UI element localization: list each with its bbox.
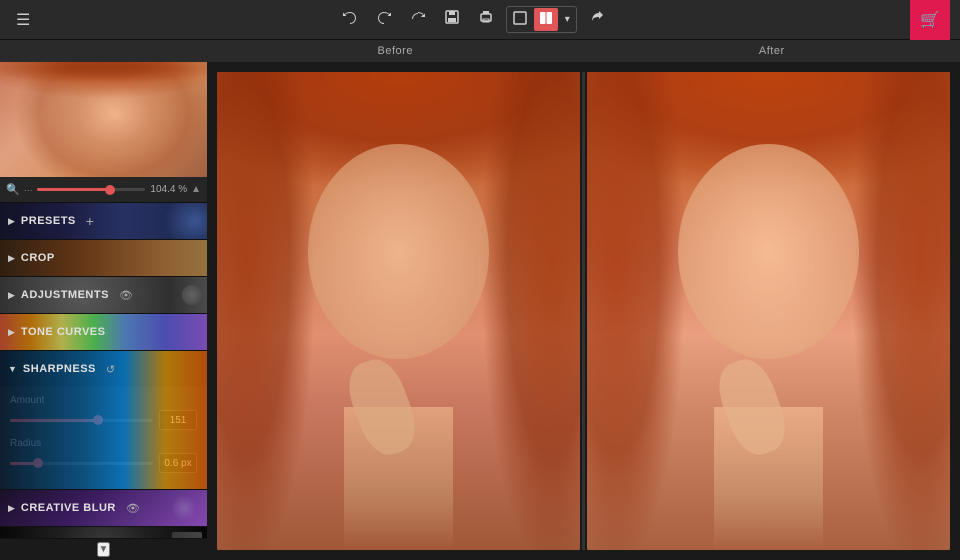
- adjustments-eye-icon: 👁: [119, 289, 133, 302]
- crop-chevron: ▶: [8, 253, 15, 264]
- view-toggle-group: ▾: [506, 6, 577, 33]
- panel-collapse-button[interactable]: ▼: [97, 542, 111, 557]
- presets-chevron: ▶: [8, 216, 15, 227]
- panel-divider[interactable]: [582, 72, 585, 550]
- after-portrait: [587, 72, 950, 550]
- creative-blur-label: CREATIVE BLUR: [21, 502, 116, 514]
- left-panel: 🔍 ··· 104.4 % ▲ ▶ PRESETS +: [0, 62, 207, 560]
- tone-curves-chevron: ▶: [8, 327, 15, 338]
- section-sharpness: ▼ SHARPNESS ↺ Amount 151: [0, 351, 207, 490]
- before-label: Before: [207, 40, 584, 62]
- bottom-bar: ▼: [0, 538, 207, 560]
- undo-button[interactable]: [336, 5, 364, 34]
- toolbar-left: ☰: [10, 6, 36, 34]
- sharpness-reset-icon[interactable]: ↺: [106, 363, 115, 376]
- zoom-slider-thumb: [105, 185, 115, 195]
- menu-button[interactable]: ☰: [10, 6, 36, 34]
- toolbar-center: ▾: [36, 5, 910, 34]
- sharpness-label: SHARPNESS: [23, 363, 96, 375]
- top-toolbar: ☰ ▾ 🛒: [0, 0, 960, 40]
- save-button[interactable]: [438, 5, 466, 34]
- section-crop: ▶ CROP: [0, 240, 207, 277]
- presets-add-icon: +: [86, 213, 94, 229]
- before-portrait: [217, 72, 580, 550]
- tone-curves-header[interactable]: ▶ TONE CURVES: [0, 314, 207, 350]
- main-content: 🔍 ··· 104.4 % ▲ ▶ PRESETS +: [0, 62, 960, 560]
- forward-button[interactable]: [404, 5, 432, 34]
- crop-label: CROP: [21, 252, 55, 264]
- toolbar-right: 🛒: [910, 0, 950, 40]
- before-after-bar: Before After: [0, 40, 960, 62]
- panel-sections: ▶ PRESETS + ▶ CROP: [0, 203, 207, 538]
- preview-area: [0, 62, 207, 177]
- creative-blur-eye-icon: 👁: [126, 502, 140, 515]
- after-image-panel: [587, 72, 950, 550]
- after-label: After: [584, 40, 960, 62]
- sharpness-chevron: ▼: [8, 364, 17, 374]
- creative-blur-header[interactable]: ▶ CREATIVE BLUR 👁: [0, 490, 207, 526]
- before-image-panel: [217, 72, 580, 550]
- zoom-slider-fill: [37, 188, 107, 191]
- section-presets: ▶ PRESETS +: [0, 203, 207, 240]
- creative-blur-chevron: ▶: [8, 503, 15, 514]
- section-vignetting: ▶ VIGNETTING 👁: [0, 527, 207, 538]
- zoom-value: 104.4 %: [149, 184, 187, 195]
- tone-curves-label: TONE CURVES: [21, 326, 106, 338]
- sharpness-header[interactable]: ▼ SHARPNESS ↺: [0, 351, 207, 387]
- cart-button[interactable]: 🛒: [910, 0, 950, 40]
- view-single-button[interactable]: [508, 8, 532, 31]
- section-adjustments: ▶ ADJUSTMENTS 👁: [0, 277, 207, 314]
- vignetting-header[interactable]: ▶ VIGNETTING 👁: [0, 527, 207, 538]
- presets-header[interactable]: ▶ PRESETS +: [0, 203, 207, 239]
- redo-button[interactable]: [370, 5, 398, 34]
- crop-header[interactable]: ▶ CROP: [0, 240, 207, 276]
- zoom-dots-icon: ···: [24, 185, 33, 195]
- section-creative-blur: ▶ CREATIVE BLUR 👁: [0, 490, 207, 527]
- adjustments-label: ADJUSTMENTS: [21, 289, 109, 301]
- zoom-collapse-button[interactable]: ▲: [191, 184, 201, 195]
- zoom-out-icon: 🔍: [6, 183, 20, 196]
- view-split-button[interactable]: [534, 8, 558, 31]
- print-button[interactable]: [472, 5, 500, 34]
- zoom-bar: 🔍 ··· 104.4 % ▲: [0, 177, 207, 203]
- adjustments-chevron: ▶: [8, 290, 15, 301]
- presets-label: PRESETS: [21, 215, 76, 227]
- ba-label-area: Before After: [207, 40, 960, 62]
- section-tone-curves: ▶ TONE CURVES: [0, 314, 207, 351]
- right-content: [207, 62, 960, 560]
- view-chevron-button[interactable]: ▾: [560, 11, 575, 28]
- share-button[interactable]: [583, 5, 611, 34]
- adjustments-header[interactable]: ▶ ADJUSTMENTS 👁: [0, 277, 207, 313]
- zoom-slider[interactable]: [37, 188, 145, 191]
